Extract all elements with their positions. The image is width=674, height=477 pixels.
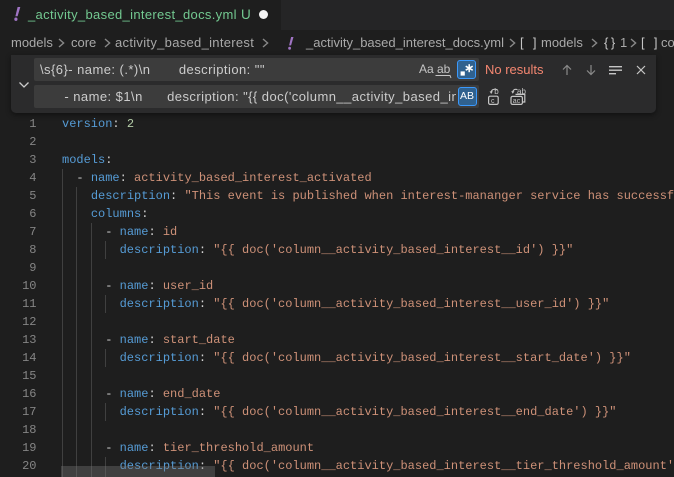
svg-text:c: c: [491, 98, 495, 105]
svg-text:b: b: [494, 87, 499, 96]
svg-text:ac: ac: [513, 98, 521, 105]
